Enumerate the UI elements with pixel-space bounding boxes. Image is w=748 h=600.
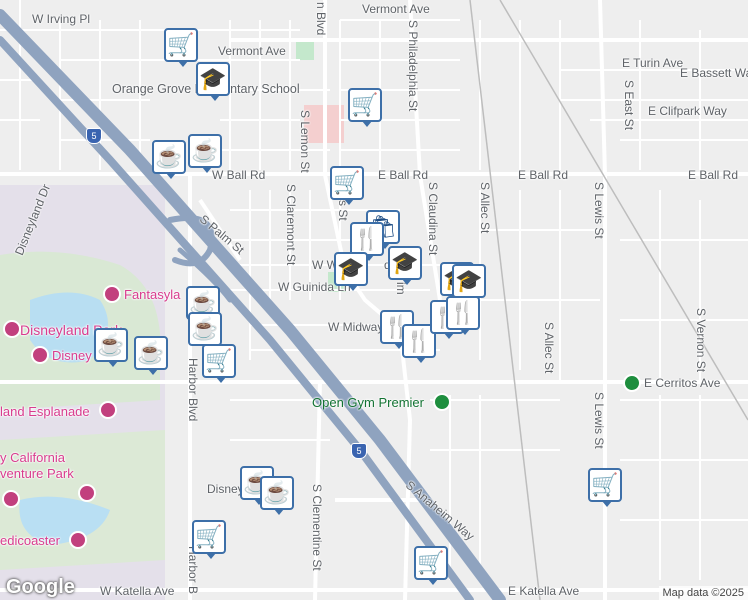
street-label-s-vernon-st: S Vernon St [694,308,708,373]
map-attribution[interactable]: Map data ©2025 [658,586,748,600]
shopping-cart-icon[interactable]: 🛒 [348,88,382,127]
shopping-cart-icon[interactable]: 🛒 [330,166,364,205]
street-label-n-blvd-frag: n Blvd [314,2,328,36]
coffee-icon[interactable]: ☕ [188,312,222,351]
street-label-w-ball-rd: W Ball Rd [212,168,266,182]
attraction-pin-esplanade[interactable] [99,401,117,419]
street-label-s-philadelphia-st: S Philadelphia St [406,20,420,112]
freeway-shield-icon: 5 [86,128,102,144]
shopping-cart-icon[interactable]: 🛒 [588,468,622,507]
street-label-disney-frag: Disney [207,482,244,496]
street-label-s-claremont-st: S Claremont St [284,184,298,266]
park-pin-icon[interactable] [623,374,641,392]
street-label-e-clifpark-way: E Clifpark Way [648,104,727,118]
school-icon[interactable]: 🎓 [388,246,422,285]
school-icon[interactable]: 🎓 [452,264,486,303]
attraction-pin-fantasyland[interactable] [103,285,121,303]
school-icon[interactable]: 🎓 [196,62,230,101]
place-label-california-1[interactable]: y California [0,450,65,465]
street-label-s-lewis-st-bot: S Lewis St [592,392,606,449]
street-label-e-ball-rd-2: E Ball Rd [518,168,569,182]
street-label-vermont-ave-e: Vermont Ave [362,2,430,16]
shopping-cart-icon[interactable]: 🛒 [192,520,226,559]
school-icon[interactable]: 🎓 [334,252,368,291]
street-label-e-cerritos-ave: E Cerritos Ave [644,376,721,390]
street-label-s-clementine-st: S Clementine St [310,484,324,571]
street-label-s-allec-st-top: S Allec St [478,182,492,234]
street-label-s-east-st: S East St [622,80,636,131]
place-label-california-2[interactable]: venture Park [0,466,74,481]
attraction-pin-coaster[interactable] [69,531,87,549]
attraction-pin-disney[interactable] [31,346,49,364]
place-label-open-gym[interactable]: Open Gym Premier [312,395,424,410]
shopping-cart-icon[interactable]: 🛒 [202,344,236,383]
shopping-cart-icon[interactable]: 🛒 [414,546,448,585]
coffee-icon[interactable]: ☕ [260,476,294,515]
map-canvas[interactable]: W Irving Pl Vermont Ave Vermont Ave E Tu… [0,0,748,600]
street-label-vermont-ave-w: Vermont Ave [218,44,286,58]
restaurant-icon[interactable]: 🍴 [446,296,480,335]
street-label-s-lemon-st: S Lemon St [298,110,312,173]
freeway-shield-icon: 5 [351,443,367,459]
coffee-icon[interactable]: ☕ [152,140,186,179]
place-label-disney-frag[interactable]: Disney [52,348,92,363]
gym-pin-icon[interactable] [433,393,451,411]
coffee-icon[interactable]: ☕ [94,328,128,367]
street-label-s-allec-st-mid: S Allec St [542,322,556,374]
shopping-cart-icon[interactable]: 🛒 [164,28,198,67]
coffee-icon[interactable]: ☕ [134,336,168,375]
street-label-e-ball-rd-3: E Ball Rd [688,168,739,182]
street-label-w-midway: W Midway [328,320,384,334]
google-logo[interactable]: Google [6,576,75,599]
street-label-e-katella-ave: E Katella Ave [508,584,580,598]
coffee-icon[interactable]: ☕ [188,134,222,173]
street-label-harbor-blvd: Harbor Blvd [186,358,200,422]
street-label-s-lewis-st-top: S Lewis St [592,182,606,239]
street-label-s-claudina-st: S Claudina St [426,182,440,256]
street-label-e-turin-ave: E Turin Ave [622,56,684,70]
street-label-w-irving-pl: W Irving Pl [32,12,91,26]
street-label-e-bassett-way: E Bassett Way [680,66,748,80]
attraction-pin-california[interactable] [2,490,20,508]
street-label-w-katella-ave: W Katella Ave [100,584,175,598]
restaurant-icon[interactable]: 🍴 [350,222,384,261]
street-label-e-ball-rd-1: E Ball Rd [378,168,429,182]
attraction-pin-california-2[interactable] [78,484,96,502]
place-label-esplanade[interactable]: land Esplanade [0,404,90,419]
place-label-coaster[interactable]: edicoaster [0,533,60,548]
place-label-fantasyland[interactable]: Fantasyla [124,287,180,302]
